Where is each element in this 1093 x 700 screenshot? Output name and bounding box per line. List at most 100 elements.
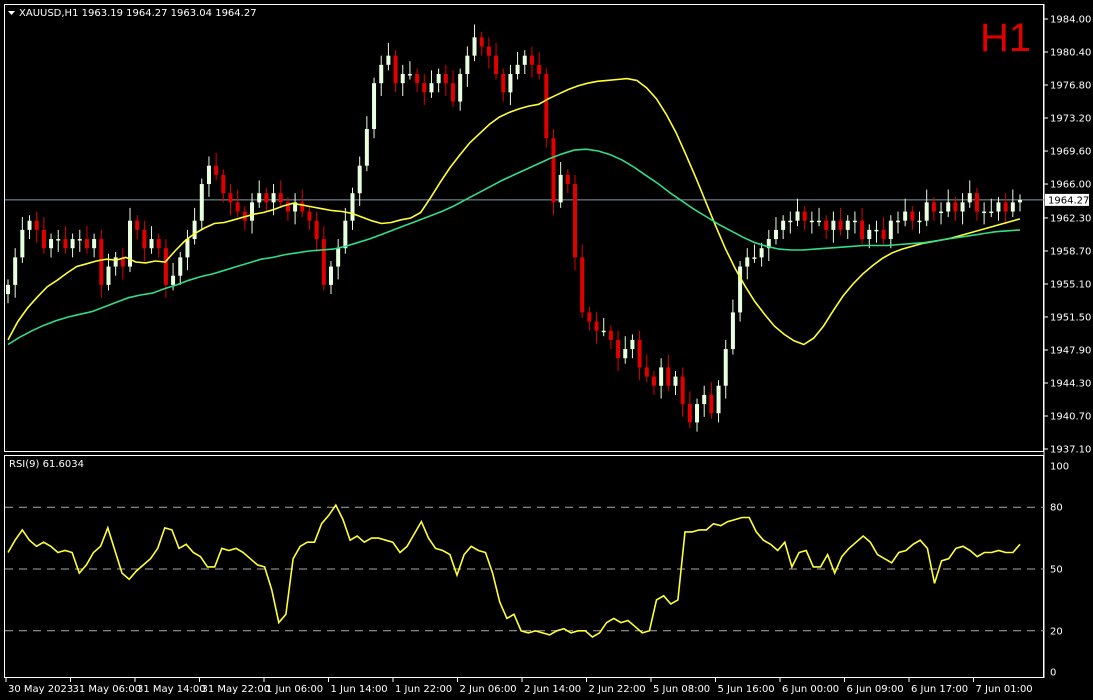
bear-candle	[135, 220, 140, 230]
bull-candle	[788, 220, 793, 223]
timeframe-label: H1	[980, 16, 1031, 60]
bull-candle	[759, 248, 764, 258]
bull-candle	[903, 211, 908, 221]
bull-candle	[185, 239, 190, 258]
bear-candle	[307, 211, 312, 221]
price-tick-label: 1937.10	[1050, 445, 1091, 456]
bear-candle	[34, 220, 39, 230]
time-tick-label: 5 Jun 16:00	[718, 684, 775, 695]
bear-candle	[910, 211, 915, 221]
bull-candle	[436, 74, 441, 84]
bear-candle	[573, 184, 578, 258]
bull-candle	[888, 220, 893, 240]
bull-candle	[178, 257, 183, 276]
time-tick-label: 7 Jun 01:00	[976, 684, 1033, 695]
bull-candle	[27, 220, 32, 230]
bull-candle	[895, 220, 900, 223]
bull-candle	[723, 349, 728, 386]
price-tick-label: 1947.90	[1050, 345, 1091, 356]
price-tick-label: 1976.80	[1050, 81, 1091, 92]
bull-candle	[386, 55, 391, 65]
bull-candle	[343, 220, 348, 249]
time-tick-label: 6 Jun 09:00	[847, 684, 904, 695]
bull-candle	[364, 129, 369, 166]
bear-candle	[838, 220, 843, 230]
bull-candle	[702, 394, 707, 405]
time-tick-label: 2 Jun 14:00	[524, 684, 581, 695]
bull-candle	[149, 239, 154, 249]
bull-candle	[845, 220, 850, 230]
bull-candle	[49, 239, 54, 249]
bear-candle	[860, 220, 865, 240]
bear-candle	[687, 404, 692, 423]
bull-candle	[257, 193, 262, 203]
rsi-scale-label: 20	[1050, 626, 1063, 637]
chart-canvas[interactable]: 1984.00 1980.40 1976.80 1973.20 1969.60 1966.…	[0, 0, 1093, 700]
bull-candle	[336, 248, 341, 267]
bull-candle	[400, 74, 405, 84]
bear-candle	[953, 202, 958, 212]
bear-candle	[486, 46, 491, 56]
bear-candle	[228, 193, 233, 203]
bull-candle	[271, 193, 276, 203]
time-tick-label: 6 Jun 17:00	[911, 684, 968, 695]
bear-candle	[616, 339, 621, 359]
bull-candle	[852, 220, 857, 223]
bull-candle	[795, 211, 800, 221]
bear-candle	[587, 312, 592, 322]
bull-candle	[630, 339, 635, 350]
symbol-info-line: XAUUSD,H1 1963.19 1964.27 1963.04 1964.2…	[19, 8, 257, 19]
time-tick-label: 31 May 14:00	[137, 684, 206, 695]
bull-candle	[673, 376, 678, 386]
rsi-indicator: 100 80 50 20 0	[5, 462, 1069, 679]
bull-candle	[6, 284, 10, 295]
bull-candle	[429, 83, 434, 93]
bull-candle	[465, 55, 470, 75]
bear-candle	[637, 339, 642, 368]
ma-fast-line	[7, 77, 1021, 346]
bull-candle	[917, 220, 922, 223]
price-tick-label: 1980.40	[1050, 48, 1091, 59]
bull-candle	[56, 239, 61, 241]
bear-candle	[802, 211, 807, 221]
bull-candle	[20, 229, 25, 258]
bear-candle	[529, 55, 534, 65]
bear-candle	[422, 83, 427, 93]
candlestick-series[interactable]	[6, 24, 1022, 432]
time-tick-label: 30 May 2023	[8, 684, 73, 695]
bear-candle	[594, 321, 599, 331]
bear-candle	[824, 220, 829, 230]
time-tick-label: 1 Jun 14:00	[331, 684, 388, 695]
time-tick-label: 2 Jun 06:00	[460, 684, 517, 695]
bear-candle	[580, 257, 585, 313]
bull-candle	[458, 74, 463, 102]
bear-candle	[974, 193, 979, 212]
bear-candle	[537, 64, 542, 75]
symbol-dropdown-icon[interactable]	[8, 11, 15, 15]
time-tick-label: 1 Jun 06:00	[266, 684, 323, 695]
rsi-scale-label: 100	[1050, 462, 1069, 473]
bear-candle	[501, 74, 506, 93]
price-tick-label: 1973.20	[1050, 114, 1091, 125]
bull-candle	[809, 220, 814, 223]
price-tick-label: 1955.10	[1050, 279, 1091, 290]
bull-candle	[831, 220, 836, 230]
bull-candle	[773, 229, 778, 240]
bull-candle	[357, 165, 362, 194]
time-tick-label: 31 May 06:00	[73, 684, 142, 695]
rsi-scale-label: 0	[1050, 668, 1056, 679]
bull-candle	[508, 74, 513, 93]
current-price-label: 1964.27	[1048, 195, 1089, 206]
bull-candle	[695, 404, 700, 423]
bull-candle	[939, 211, 944, 214]
bear-candle	[881, 229, 886, 240]
bull-candle	[372, 83, 377, 130]
price-tick-label: 1984.00	[1050, 15, 1091, 26]
bull-candle	[1010, 202, 1015, 212]
bear-candle	[450, 83, 455, 102]
bear-candle	[321, 239, 326, 285]
bull-candle	[601, 330, 606, 333]
bull-candle	[982, 211, 987, 214]
bear-candle	[99, 239, 104, 285]
rsi-scale-label: 80	[1050, 503, 1063, 514]
